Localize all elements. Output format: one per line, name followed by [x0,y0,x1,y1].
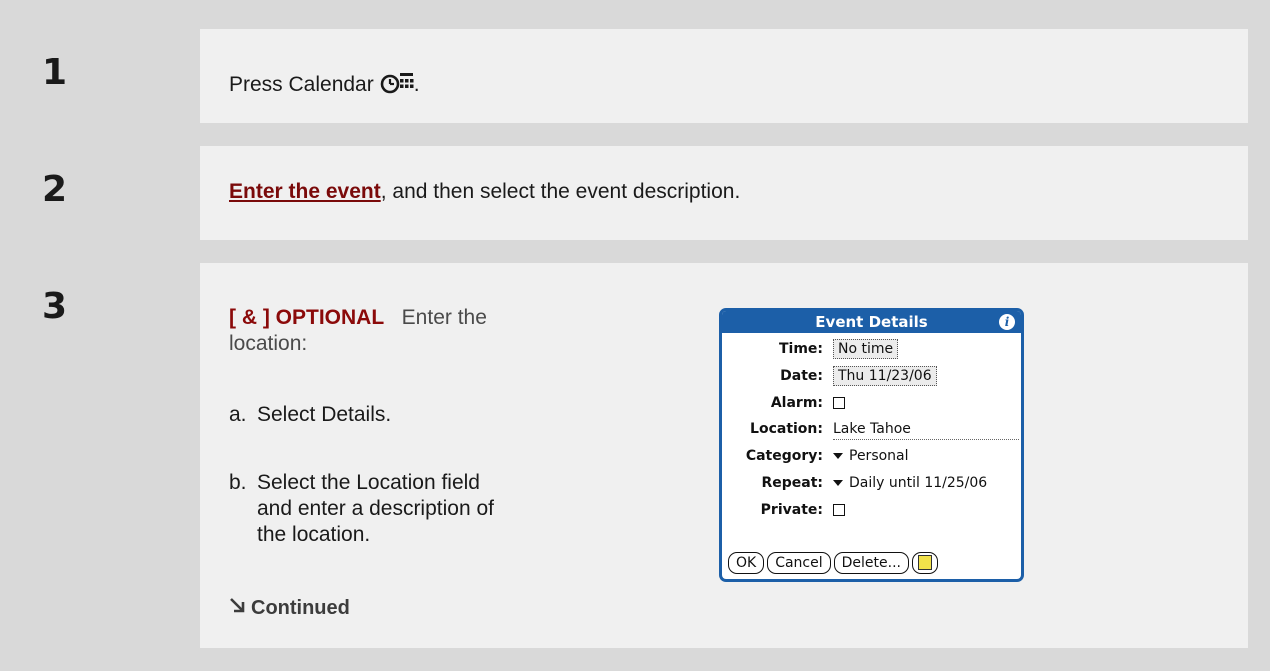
delete-button[interactable]: Delete... [833,552,909,574]
alarm-row: Alarm: [722,392,1021,414]
time-row: Time: No time [722,338,1021,360]
calendar-app-icon [380,72,414,101]
continued-link[interactable]: Continued [229,597,350,620]
optional-heading: [ & ] OPTIONAL Enter the location: [229,305,509,357]
time-label: Time: [778,341,823,357]
step-1-content: Press Calendar . [200,29,1248,123]
continued-label: Continued [251,597,350,619]
dropdown-triangle-icon [833,480,843,486]
step-2-number-cell: 2 [0,146,200,240]
private-checkbox[interactable] [833,504,845,516]
list-item-text: Select the Location field and enter a de… [257,471,494,546]
cancel-button[interactable]: Cancel [767,552,831,574]
alarm-cell [833,392,845,414]
private-label: Private: [760,502,823,518]
dialog-title: Event Details [815,313,928,331]
optional-tag: [ & ] OPTIONAL [229,306,385,329]
list-item-text: Select Details. [257,403,392,426]
repeat-label: Repeat: [761,475,823,491]
step-1-number-cell: 1 [0,29,200,123]
category-value: Personal [849,448,909,464]
step-number: 3 [42,286,68,327]
private-cell [833,499,845,521]
repeat-row: Repeat: Daily until 11/25/06 [722,472,1021,494]
repeat-selector[interactable]: Daily until 11/25/06 [833,472,987,494]
dropdown-triangle-icon [833,453,843,459]
location-label: Location: [750,421,823,437]
note-icon [918,554,932,570]
alarm-checkbox[interactable] [833,397,845,409]
date-value[interactable]: Thu 11/23/06 [833,366,937,386]
step-3-row: 3 [ & ] OPTIONAL Enter the location: a. S… [0,263,1270,648]
step-1-text: Press Calendar . [229,72,420,101]
alarm-label: Alarm: [770,395,823,411]
dialog-title-bar: Event Details i [722,311,1021,333]
step-1-instruction: Press Calendar [229,73,374,96]
category-row: Category: Personal [722,445,1021,467]
category-selector[interactable]: Personal [833,445,909,467]
list-item: a. Select Details. [229,402,529,428]
time-selector[interactable]: No time [833,338,899,360]
repeat-value: Daily until 11/25/06 [849,475,988,491]
step-number: 1 [42,52,68,93]
note-button[interactable] [912,552,938,574]
step-2-instruction: , and then select the event description. [380,180,741,203]
step-2-text: Enter the event, and then select the eve… [229,179,740,205]
list-item-letter: a. [229,403,247,426]
list-item-letter: b. [229,471,247,494]
step-1-row: 1 Press Calendar . [0,29,1270,123]
ok-button[interactable]: OK [728,552,765,574]
date-selector[interactable]: Thu 11/23/06 [833,365,937,387]
list-item: b. Select the Location field and enter a … [229,470,529,548]
category-label: Category: [745,448,823,464]
step-1-period: . [413,73,420,96]
location-cell: Lake Tahoe [833,418,1019,440]
dialog-button-row: OK Cancel Delete... [728,552,941,574]
private-row: Private: [722,499,1021,521]
page-frame: 1 Press Calendar . 2 Enter the event, an… [0,0,1270,671]
enter-event-link[interactable]: Enter the event [229,180,381,203]
step-3-content: [ & ] OPTIONAL Enter the location: a. Sel… [200,263,1248,648]
step-2-row: 2 Enter the event, and then select the e… [0,146,1270,240]
event-details-dialog: Event Details i Time: No time Date: Thu … [719,308,1024,582]
step-number: 2 [42,169,68,210]
location-field[interactable]: Lake Tahoe [833,420,1019,440]
date-row: Date: Thu 11/23/06 [722,365,1021,387]
info-icon[interactable]: i [999,314,1015,330]
step-2-content: Enter the event, and then select the eve… [200,146,1248,240]
arrow-down-right-icon [229,597,251,620]
step-3-number-cell: 3 [0,263,200,648]
time-value[interactable]: No time [833,339,899,359]
date-label: Date: [780,368,823,384]
location-row: Location: Lake Tahoe [722,418,1021,440]
